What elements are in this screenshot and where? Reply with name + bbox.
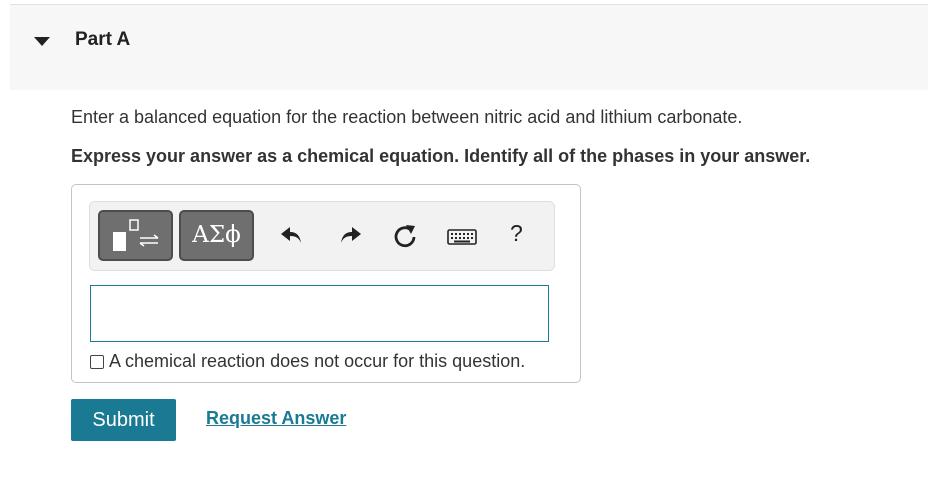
- part-header[interactable]: Part A: [10, 5, 928, 90]
- answer-panel: ΑΣϕ ? A chemical reaction does not occur…: [71, 184, 581, 383]
- collapse-caret-icon[interactable]: [34, 37, 50, 46]
- no-reaction-option[interactable]: A chemical reaction does not occur for t…: [90, 351, 525, 372]
- undo-icon[interactable]: [278, 222, 306, 250]
- reset-icon[interactable]: [391, 222, 419, 250]
- equation-input[interactable]: [90, 285, 549, 342]
- symbols-label: ΑΣϕ: [192, 222, 241, 248]
- redo-icon[interactable]: [336, 222, 364, 250]
- symbols-button[interactable]: ΑΣϕ: [179, 210, 254, 261]
- templates-button[interactable]: [98, 210, 173, 261]
- no-reaction-checkbox[interactable]: [90, 354, 104, 369]
- submit-button[interactable]: Submit: [71, 399, 176, 441]
- templates-icon: [113, 219, 159, 251]
- answer-instruction: Express your answer as a chemical equati…: [71, 146, 811, 166]
- help-button[interactable]: ?: [510, 220, 523, 247]
- part-title: Part A: [75, 29, 131, 50]
- keyboard-icon[interactable]: [446, 222, 478, 250]
- equation-toolbar: ΑΣϕ ?: [89, 201, 555, 271]
- no-reaction-label: A chemical reaction does not occur for t…: [109, 351, 526, 371]
- question-prompt: Enter a balanced equation for the reacti…: [71, 107, 743, 127]
- request-answer-link[interactable]: Request Answer: [206, 408, 346, 429]
